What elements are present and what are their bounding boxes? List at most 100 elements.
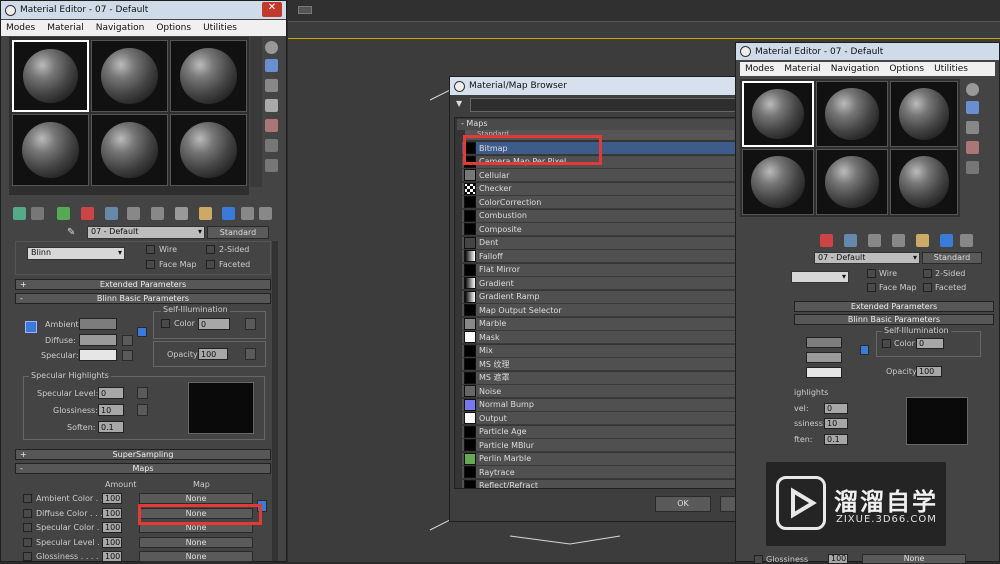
right-end-result-icon[interactable]: [940, 234, 953, 247]
right-two-sided-checkbox[interactable]: [923, 269, 932, 278]
right-map-glossiness-checkbox[interactable]: [754, 555, 763, 564]
right-sample-slot-2[interactable]: [816, 81, 888, 147]
material-id-icon[interactable]: [175, 207, 188, 220]
supersampling-rollout[interactable]: + SuperSampling: [15, 449, 271, 460]
right-opacity-field[interactable]: 100: [916, 366, 942, 377]
right-sample-type-icon[interactable]: [966, 83, 979, 96]
map-diffuse-checkbox[interactable]: [23, 509, 32, 518]
make-preview-icon[interactable]: [265, 139, 278, 152]
sample-type-icon[interactable]: [265, 41, 278, 54]
opacity-field[interactable]: 100: [198, 348, 228, 360]
map-spec-level-checkbox[interactable]: [23, 538, 32, 547]
sample-slot-6[interactable]: [170, 114, 247, 186]
map-glossiness-button[interactable]: None: [139, 551, 253, 562]
background-icon[interactable]: [265, 79, 278, 92]
right-menu-material[interactable]: Material: [784, 64, 821, 74]
right-ambient-swatch[interactable]: [806, 337, 842, 348]
sample-slot-2[interactable]: [91, 40, 168, 112]
right-gloss-field[interactable]: 10: [824, 418, 848, 429]
title-bar[interactable]: Material Editor - 07 - Default: [1, 1, 286, 19]
filter-icon[interactable]: ▼: [456, 99, 462, 108]
right-soften-field[interactable]: 0.1: [824, 434, 848, 445]
maps-rollout[interactable]: - Maps: [15, 463, 271, 474]
glossiness-field[interactable]: 10: [98, 404, 124, 416]
diffuse-color-swatch[interactable]: [79, 334, 117, 346]
backlight-icon[interactable]: [265, 59, 278, 72]
right-library-icon[interactable]: [892, 234, 905, 247]
menu-material[interactable]: Material: [47, 23, 84, 33]
lock-ambient-diffuse-button[interactable]: [25, 321, 37, 333]
map-spec-level-amount[interactable]: 100: [102, 537, 122, 548]
viewport-menu-icon[interactable]: [298, 6, 312, 14]
make-unique-icon[interactable]: [127, 207, 140, 220]
right-preview-icon[interactable]: [966, 161, 979, 174]
right-map-glossiness-amount[interactable]: 100: [828, 554, 848, 564]
sample-slot-4[interactable]: [12, 114, 89, 186]
two-sided-checkbox[interactable]: [206, 245, 215, 254]
self-illum-value-field[interactable]: 0: [198, 318, 230, 330]
go-to-parent-icon[interactable]: [241, 207, 254, 220]
map-diffuse-amount[interactable]: 100: [102, 508, 122, 519]
right-lock-button[interactable]: [860, 345, 869, 355]
right-specular-swatch[interactable]: [806, 367, 842, 378]
specular-map-button[interactable]: [122, 350, 133, 361]
right-shader-dropdown[interactable]: ▾: [791, 271, 849, 283]
right-sample-slot-6[interactable]: [890, 149, 958, 215]
right-wire-checkbox[interactable]: [867, 269, 876, 278]
menu-utilities[interactable]: Utilities: [203, 23, 237, 33]
sample-uv-icon[interactable]: [265, 99, 278, 112]
spec-level-map-button[interactable]: [137, 387, 148, 399]
right-menu-options[interactable]: Options: [889, 64, 924, 74]
shader-dropdown[interactable]: Blinn ▾: [27, 247, 125, 260]
right-self-illum-field[interactable]: 0: [916, 338, 944, 349]
map-spec-level-button[interactable]: None: [139, 537, 253, 548]
right-sample-slot-1[interactable]: [742, 81, 814, 147]
wire-checkbox[interactable]: [146, 245, 155, 254]
video-color-icon[interactable]: [265, 119, 278, 132]
right-menu-modes[interactable]: Modes: [745, 64, 774, 74]
go-forward-sibling-icon[interactable]: [259, 207, 272, 220]
put-to-library-icon[interactable]: [151, 207, 164, 220]
menu-navigation[interactable]: Navigation: [96, 23, 145, 33]
map-ambient-button[interactable]: None: [139, 493, 253, 504]
put-to-scene-icon[interactable]: [31, 207, 44, 220]
right-show-map-icon[interactable]: [916, 234, 929, 247]
right-faceted-checkbox[interactable]: [923, 283, 932, 292]
sample-slot-3[interactable]: [170, 40, 247, 112]
blinn-params-rollout[interactable]: - Blinn Basic Parameters: [15, 293, 271, 304]
right-title-bar[interactable]: Material Editor - 07 - Default: [736, 43, 999, 60]
right-backlight-icon[interactable]: [966, 101, 979, 114]
right-copy-icon[interactable]: [844, 234, 857, 247]
assign-material-icon[interactable]: [57, 207, 70, 220]
right-background-icon[interactable]: [966, 121, 979, 134]
copy-material-icon[interactable]: [105, 207, 118, 220]
show-end-result-icon[interactable]: [222, 207, 235, 220]
right-sample-slot-5[interactable]: [816, 149, 888, 215]
params-scrollbar[interactable]: [272, 241, 278, 561]
ambient-color-swatch[interactable]: [79, 318, 117, 330]
get-material-icon[interactable]: [13, 207, 26, 220]
maps-section-header[interactable]: - Maps: [457, 119, 779, 130]
right-menu-navigation[interactable]: Navigation: [831, 64, 880, 74]
spec-level-field[interactable]: 0: [98, 387, 124, 399]
right-sample-slot-4[interactable]: [742, 149, 814, 215]
options-icon[interactable]: [265, 159, 278, 172]
right-diffuse-swatch[interactable]: [806, 352, 842, 363]
reset-map-icon[interactable]: [81, 207, 94, 220]
menu-options[interactable]: Options: [156, 23, 191, 33]
material-name-field[interactable]: 07 - Default ▾: [87, 226, 205, 239]
sample-slot-5[interactable]: [91, 114, 168, 186]
right-reset-map-icon[interactable]: [820, 234, 833, 247]
right-parent-icon[interactable]: [960, 234, 973, 247]
map-specular-amount[interactable]: 100: [102, 522, 122, 533]
map-ambient-amount[interactable]: 100: [102, 493, 122, 504]
glossiness-map-button[interactable]: [137, 404, 148, 416]
diffuse-map-button[interactable]: [122, 335, 133, 346]
map-specular-checkbox[interactable]: [23, 523, 32, 532]
right-self-illum-checkbox[interactable]: [882, 339, 891, 348]
specular-color-swatch[interactable]: [79, 349, 117, 361]
sample-slot-1[interactable]: [12, 40, 89, 112]
close-button[interactable]: ✕: [262, 2, 282, 17]
right-map-glossiness-button[interactable]: None: [862, 554, 966, 564]
show-map-icon[interactable]: [199, 207, 212, 220]
